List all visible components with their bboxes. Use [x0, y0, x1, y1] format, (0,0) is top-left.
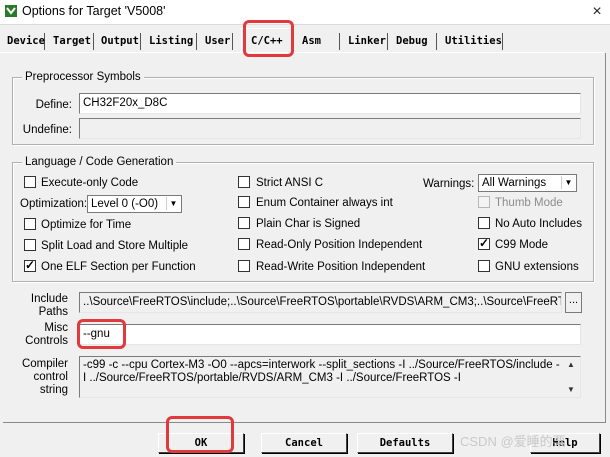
chevron-down-icon: ▼ — [166, 197, 180, 210]
ok-button[interactable]: OK — [158, 433, 244, 453]
tab-c-cpp[interactable]: C/C++ — [241, 28, 293, 52]
tab-target[interactable]: Target — [49, 33, 94, 50]
compiler-control-label-line1: Compiler — [21, 358, 68, 370]
tab-debug[interactable]: Debug — [392, 33, 437, 50]
gnu-extensions-checkbox[interactable] — [478, 260, 490, 272]
warnings-label: Warnings: — [423, 178, 475, 190]
compiler-control-label-line3: string — [39, 384, 68, 396]
plain-char-checkbox[interactable] — [238, 217, 250, 229]
no-auto-includes-label: No Auto Includes — [495, 218, 582, 230]
warnings-select[interactable]: All Warnings ▼ — [478, 174, 577, 192]
one-elf-checkbox[interactable]: ✓ — [24, 258, 36, 272]
ro-position-label: Read-Only Position Independent — [256, 239, 423, 251]
optimize-time-checkbox[interactable] — [24, 218, 36, 230]
checkmark-icon: ✓ — [25, 258, 36, 272]
tab-asm[interactable]: Asm — [298, 33, 340, 50]
include-paths-input[interactable]: ..\Source\FreeRTOS\include;..\Source\Fre… — [79, 292, 562, 313]
checkmark-icon: ✓ — [479, 236, 490, 250]
include-paths-label-line1: Include — [30, 293, 68, 305]
misc-controls-label: Misc Controls — [14, 322, 68, 348]
compiler-control-label: Compiler control string — [14, 358, 68, 397]
misc-controls-input[interactable]: --gnu — [79, 324, 581, 345]
optimize-time-label: Optimize for Time — [41, 219, 132, 231]
preprocessor-group-title: Preprocessor Symbols — [22, 70, 144, 84]
window-title: Options for Target 'V5008' — [22, 4, 166, 18]
enum-container-label: Enum Container always int — [256, 197, 393, 209]
no-auto-includes-checkbox[interactable] — [478, 217, 490, 229]
scroll-up-icon[interactable]: ▲ — [567, 360, 575, 369]
enum-container-checkbox[interactable] — [238, 196, 250, 208]
cancel-button[interactable]: Cancel — [261, 433, 347, 453]
warnings-value: All Warnings — [482, 177, 547, 189]
optimization-label: Optimization: — [20, 198, 88, 210]
optimization-select[interactable]: Level 0 (-O0) ▼ — [87, 195, 182, 213]
csdn-watermark: CSDN @爱睡的栗 — [460, 434, 566, 449]
thumb-mode-checkbox[interactable] — [478, 196, 490, 208]
include-paths-label: Include Paths — [14, 293, 68, 319]
chevron-down-icon: ▼ — [561, 176, 575, 189]
c99-mode-label: C99 Mode — [495, 239, 549, 251]
strict-ansi-checkbox[interactable] — [238, 176, 250, 188]
tab-utilities[interactable]: Utilities — [441, 33, 503, 50]
strict-ansi-label: Strict ANSI C — [256, 177, 324, 189]
rw-position-label: Read-Write Position Independent — [256, 261, 426, 273]
include-paths-browse-button[interactable]: ... — [565, 292, 582, 313]
scroll-down-icon[interactable]: ▼ — [567, 385, 575, 394]
undefine-input[interactable] — [79, 118, 581, 139]
plain-char-label: Plain Char is Signed — [256, 218, 361, 230]
compiler-control-textarea[interactable]: -c99 -c --cpu Cortex-M3 -O0 --apcs=inter… — [79, 356, 581, 398]
language-group-title: Language / Code Generation — [22, 155, 177, 169]
execute-only-label: Execute-only Code — [41, 177, 139, 189]
define-input[interactable]: CH32F20x_D8C — [79, 93, 581, 114]
tab-user[interactable]: User — [201, 33, 233, 50]
execute-only-checkbox[interactable] — [24, 176, 36, 188]
compiler-control-label-line2: control — [33, 371, 68, 383]
tab-output[interactable]: Output — [97, 33, 141, 50]
keil-app-icon — [5, 5, 17, 17]
close-icon[interactable]: × — [585, 1, 609, 23]
tab-linker[interactable]: Linker — [344, 33, 388, 50]
optimization-value: Level 0 (-O0) — [91, 198, 159, 210]
one-elf-label: One ELF Section per Function — [41, 261, 196, 273]
define-label: Define: — [35, 99, 72, 111]
undefine-label: Undefine: — [22, 124, 72, 136]
c99-mode-checkbox[interactable]: ✓ — [478, 236, 490, 250]
ro-position-checkbox[interactable] — [238, 238, 250, 250]
tab-device[interactable]: Device — [3, 33, 45, 50]
gnu-extensions-label: GNU extensions — [495, 261, 579, 273]
misc-controls-label-line2: Controls — [25, 335, 68, 347]
rw-position-checkbox[interactable] — [238, 260, 250, 272]
defaults-button[interactable]: Defaults — [357, 433, 453, 453]
thumb-mode-label: Thumb Mode — [495, 197, 563, 209]
misc-controls-label-line1: Misc — [44, 322, 68, 334]
include-paths-label-line2: Paths — [38, 306, 68, 318]
tab-listing[interactable]: Listing — [145, 33, 197, 50]
split-load-label: Split Load and Store Multiple — [41, 240, 189, 252]
split-load-checkbox[interactable] — [24, 239, 36, 251]
